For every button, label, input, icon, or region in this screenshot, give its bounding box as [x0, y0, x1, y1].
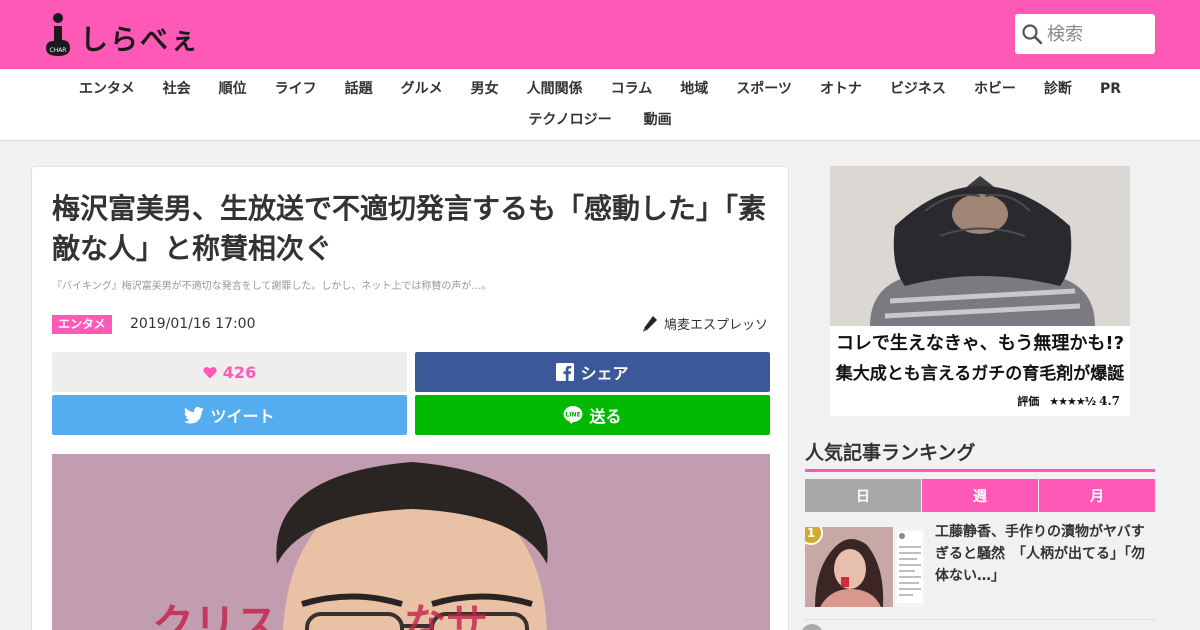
nav-item[interactable]: 人間関係: [513, 79, 597, 99]
like-button[interactable]: 426: [52, 352, 407, 392]
ad-headline: コレで生えなきゃ、もう無理かも!?: [835, 333, 1125, 354]
nav-item[interactable]: ホビー: [960, 79, 1030, 99]
ad-subheadline: 集大成とも言えるガチの育毛剤が爆誕: [835, 364, 1125, 384]
author-link[interactable]: 鳩麦エスプレッソ: [642, 314, 768, 333]
twitter-icon: [184, 406, 205, 424]
nav-item[interactable]: オトナ: [806, 79, 876, 99]
nav-item[interactable]: ライフ: [261, 79, 331, 99]
nav-item[interactable]: 診断: [1030, 79, 1086, 99]
search-box[interactable]: [1015, 14, 1155, 54]
nav-item[interactable]: 地域: [666, 79, 722, 99]
svg-text:CHAR: CHAR: [50, 47, 67, 54]
star-rating-icon: ★★★★½: [1049, 394, 1096, 408]
nav-item[interactable]: コラム: [597, 79, 667, 99]
category-nav-row: エンタメ 社会 順位 ライフ 話題 グルメ 男女 人間関係 コラム 地域 スポーツ オトナ ビジネス ホビ…: [0, 79, 1200, 99]
nav-item[interactable]: 男女: [457, 79, 513, 99]
line-icon: LINE: [563, 405, 583, 425]
heart-icon: [203, 366, 217, 379]
ranking-item[interactable]: 1 工藤静香、手作りの漬物がヤバすぎると騒然 「人柄が出てる」「勿体ない…」: [805, 524, 1155, 619]
twitter-share-label: ツイート: [210, 407, 275, 426]
svg-text:LINE: LINE: [566, 412, 581, 419]
logo-mark-icon: CHAR: [42, 12, 76, 58]
hero-backdrop-text: クリス なサ: [152, 600, 488, 630]
ranking-tab[interactable]: 日: [805, 479, 921, 512]
nav-item[interactable]: エンタメ: [65, 79, 149, 99]
nav-item[interactable]: 話題: [331, 79, 387, 99]
article-lead: 『バイキング』梅沢富美男が不適切な発言をして謝罪した。しかし、ネット上では称賛の…: [52, 281, 492, 292]
pencil-icon: [642, 315, 658, 333]
ranking-tabs: 日週月: [805, 479, 1155, 512]
nav-item[interactable]: グルメ: [387, 79, 457, 99]
twitter-share-button[interactable]: ツイート: [52, 395, 407, 435]
nav-item[interactable]: ビジネス: [876, 79, 960, 99]
article-title: 梅沢富美男、生放送で不適切発言するも「感動した」「素敵な人」と称賛相次ぐ: [52, 192, 767, 265]
like-count: 426: [222, 362, 257, 382]
facebook-icon: [556, 363, 575, 381]
nav-item[interactable]: テクノロジー: [512, 110, 627, 130]
nav-item[interactable]: スポーツ: [722, 79, 806, 99]
site-logo[interactable]: CHAR しらべぇ: [42, 12, 202, 58]
search-icon: [1021, 23, 1043, 45]
divider: [805, 619, 1155, 620]
category-nav: エンタメ 社会 順位 ライフ 話題 グルメ 男女 人間関係 コラム 地域 スポーツ オトナ ビジネス ホビ…: [0, 69, 1200, 141]
category-badge[interactable]: エンタメ: [52, 315, 112, 334]
line-share-button[interactable]: LINE 送る: [415, 395, 770, 435]
nav-item[interactable]: PR: [1086, 79, 1135, 99]
site-header: CHAR しらべぇ: [0, 0, 1200, 69]
category-nav-row: テクノロジー 動画: [0, 110, 1200, 130]
nav-item[interactable]: 順位: [205, 79, 261, 99]
ad-rating: 評価 ★★★★½ 4.7: [1017, 393, 1120, 409]
line-share-label: 送る: [589, 407, 622, 426]
hero-image: クリス なサ: [52, 454, 770, 630]
logo-text: しらべぇ: [80, 23, 201, 56]
ranking-heading: 人気記事ランキング: [805, 438, 1155, 472]
facebook-share-label: シェア: [580, 364, 629, 383]
nav-item[interactable]: 動画: [628, 110, 688, 130]
ranking-thumbnail: 1: [805, 527, 925, 607]
ranking-tab[interactable]: 月: [1039, 479, 1155, 512]
facebook-share-button[interactable]: シェア: [415, 352, 770, 392]
author-name: 鳩麦エスプレッソ: [663, 318, 768, 333]
ranking-item-title: 工藤静香、手作りの漬物がヤバすぎると騒然 「人柄が出てる」「勿体ない…」: [935, 524, 1145, 584]
nav-item[interactable]: 社会: [149, 79, 205, 99]
ranking-tab[interactable]: 週: [922, 479, 1038, 512]
sidebar-ad[interactable]: コレで生えなきゃ、もう無理かも!? 集大成とも言えるガチの育毛剤が爆誕 評価 ★…: [830, 166, 1130, 416]
rank-number: [801, 624, 823, 630]
article-card: 梅沢富美男、生放送で不適切発言するも「感動した」「素敵な人」と称賛相次ぐ 『バイ…: [31, 166, 789, 630]
article-date: 2019/01/16 17:00: [130, 316, 256, 332]
ad-rating-label: 評価: [1017, 395, 1040, 408]
ad-image: [830, 166, 1130, 326]
ad-rating-value: 4.7: [1099, 394, 1120, 408]
search-input[interactable]: [1047, 23, 1147, 45]
